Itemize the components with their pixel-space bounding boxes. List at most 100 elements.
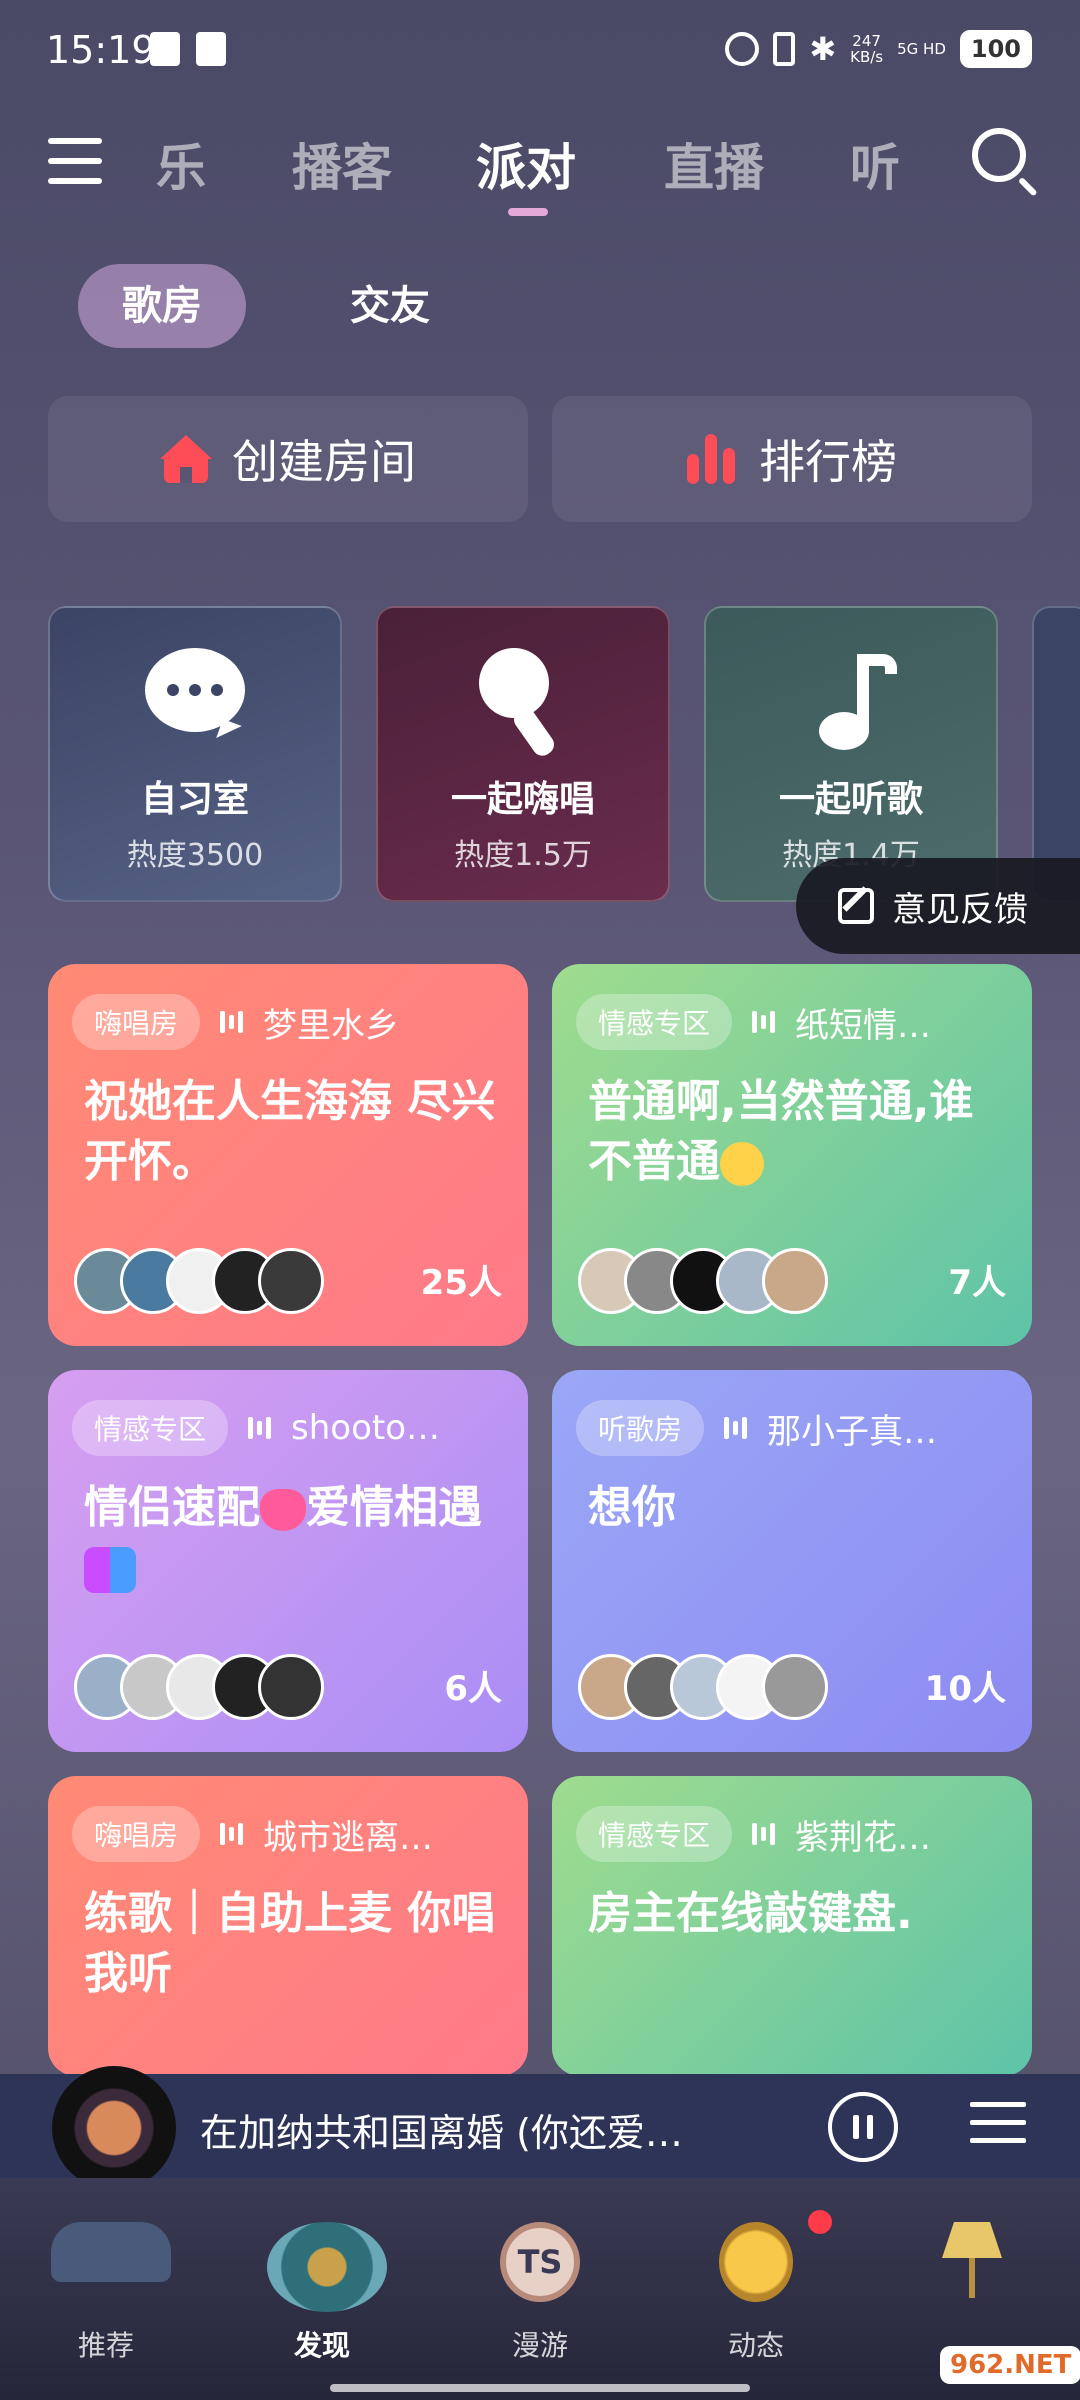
category-heat: 热度1.5万 (454, 838, 592, 873)
status-bar: 15:19 ✱ 247 KB/s 5G HD 100 (0, 0, 1080, 100)
pause-button[interactable] (828, 2092, 898, 2162)
room-host: 紫荆花… (795, 1817, 932, 1858)
subtab-song-room[interactable]: 歌房 (78, 264, 246, 348)
alipay-icon (196, 32, 226, 66)
feedback-button[interactable]: 意见反馈 (796, 858, 1080, 954)
menu-icon[interactable] (48, 138, 102, 184)
tab-listen[interactable]: 听 (850, 128, 900, 200)
tab-live[interactable]: 直播 (664, 128, 764, 200)
active-tab-indicator (508, 208, 548, 216)
lamp-icon (942, 2222, 1002, 2302)
watermark-logo: 962.NET (940, 2346, 1080, 2384)
tab-party[interactable]: 派对 (476, 128, 576, 200)
member-count: 10人 (924, 1669, 1006, 1709)
room-title-part: 情侣速配 (84, 1482, 260, 1533)
ranking-label: 排行榜 (759, 435, 897, 489)
sound-wave-icon (220, 1009, 244, 1035)
sound-wave-icon (248, 1415, 272, 1441)
mini-player[interactable]: 在加纳共和国离婚 (你还爱… (0, 2066, 1080, 2190)
member-count: 25人 (420, 1263, 502, 1303)
create-room-button[interactable]: 创建房间 (48, 396, 528, 522)
nav-label: 漫游 (511, 2329, 568, 2362)
now-playing-title[interactable]: 在加纳共和国离婚 (你还爱… (200, 2102, 740, 2157)
nav-recommend[interactable]: 推荐 (16, 2178, 196, 2400)
room-card[interactable]: 嗨唱房 城市逃离… 练歌｜自助上麦 你唱我听 (48, 1776, 528, 2076)
telephone-icon (51, 2222, 171, 2282)
room-tag: 情感专区 (72, 1400, 229, 1456)
member-avatars (578, 1248, 828, 1314)
bluetooth-icon: ✱ (809, 30, 837, 68)
edit-icon (838, 888, 874, 924)
room-host: 梦里水乡 (263, 1005, 400, 1046)
room-host: 城市逃离… (263, 1817, 434, 1858)
room-card[interactable]: 情感专区 shooto… 情侣速配 爱情相遇 6人 (48, 1370, 528, 1752)
playlist-icon[interactable] (970, 2102, 1026, 2152)
room-tag: 情感专区 (576, 1806, 733, 1862)
top-nav: 乐 播客 派对 直播 听 (0, 120, 1080, 230)
room-title: 情侣速配 爱情相遇 (84, 1478, 504, 1598)
ranking-button[interactable]: 排行榜 (552, 396, 1032, 522)
avatar (258, 1654, 324, 1720)
category-study-room[interactable]: 自习室 热度3500 (48, 606, 342, 902)
room-host: 纸短情… (795, 1005, 932, 1046)
music-note-icon (801, 648, 901, 750)
member-avatars (74, 1248, 324, 1314)
room-card[interactable]: 听歌房 那小子真… 想你 10人 (552, 1370, 1032, 1752)
category-title: 一起听歌 (778, 779, 923, 820)
avatar (762, 1654, 828, 1720)
bottom-nav: 推荐 发现 TS 漫游 动态 (0, 2178, 1080, 2400)
tab-music[interactable]: 乐 (156, 128, 206, 200)
microphone-icon (473, 648, 573, 760)
subtab-make-friends[interactable]: 交友 (330, 264, 450, 348)
sound-wave-icon (220, 1821, 244, 1847)
room-title: 祝她在人生海海 尽兴 开怀。 (84, 1076, 496, 1187)
category-title: 一起嗨唱 (450, 779, 595, 820)
member-count: 6人 (444, 1669, 502, 1709)
room-tag: 情感专区 (576, 994, 733, 1050)
sound-wave-icon (752, 1821, 776, 1847)
pocket-watch-icon (719, 2222, 793, 2302)
room-title: 普通啊,当然普通,谁不普通 (588, 1072, 1008, 1192)
member-avatars (578, 1654, 828, 1720)
room-card[interactable]: 情感专区 纸短情… 普通啊,当然普通,谁不普通 7人 (552, 964, 1032, 1346)
member-avatars (74, 1654, 324, 1720)
room-tag: 嗨唱房 (72, 1806, 201, 1862)
room-card[interactable]: 情感专区 紫荆花… 房主在线敲键盘. (552, 1776, 1032, 2076)
nav-roam[interactable]: TS 漫游 (450, 2178, 630, 2400)
chat-bubble-icon (145, 648, 245, 732)
room-host: 那小子真… (767, 1411, 938, 1452)
tab-podcast[interactable]: 播客 (292, 128, 392, 200)
search-icon[interactable] (972, 128, 1038, 197)
alarm-icon (725, 32, 760, 66)
create-room-label: 创建房间 (232, 435, 416, 489)
room-host: shooto… (291, 1408, 441, 1448)
room-tag: 听歌房 (576, 1400, 705, 1456)
room-title-part: 爱情相遇 (306, 1482, 482, 1533)
album-cover[interactable] (52, 2066, 176, 2190)
notification-dot (808, 2210, 832, 2234)
member-count: 7人 (948, 1263, 1006, 1303)
nav-discover[interactable]: 发现 (232, 2178, 412, 2400)
clipboard-check-icon (150, 32, 180, 66)
room-title-text: 普通啊,当然普通,谁不普通 (588, 1076, 974, 1187)
couple-icon (84, 1547, 136, 1593)
home-indicator[interactable] (330, 2384, 750, 2392)
nav-label: 动态 (727, 2329, 784, 2362)
signal-icon: 5G HD (897, 40, 946, 58)
room-title: 想你 (588, 1482, 676, 1533)
category-heat: 热度3500 (126, 838, 264, 873)
room-title: 练歌｜自助上麦 你唱我听 (84, 1888, 496, 1999)
category-sing-together[interactable]: 一起嗨唱 热度1.5万 (376, 606, 670, 902)
network-speed: 247 KB/s (850, 32, 884, 66)
ts-badge-icon: TS (500, 2222, 580, 2302)
room-title: 房主在线敲键盘. (588, 1888, 913, 1939)
vibrate-icon (773, 32, 796, 66)
avatar (762, 1248, 828, 1314)
nav-label: 推荐 (77, 2329, 134, 2362)
room-card[interactable]: 嗨唱房 梦里水乡 祝她在人生海海 尽兴 开怀。 25人 (48, 964, 528, 1346)
sound-wave-icon (724, 1415, 748, 1441)
category-title: 自习室 (140, 779, 249, 820)
status-time: 15:19 (46, 28, 156, 72)
house-icon (160, 435, 212, 483)
room-tag: 嗨唱房 (72, 994, 201, 1050)
